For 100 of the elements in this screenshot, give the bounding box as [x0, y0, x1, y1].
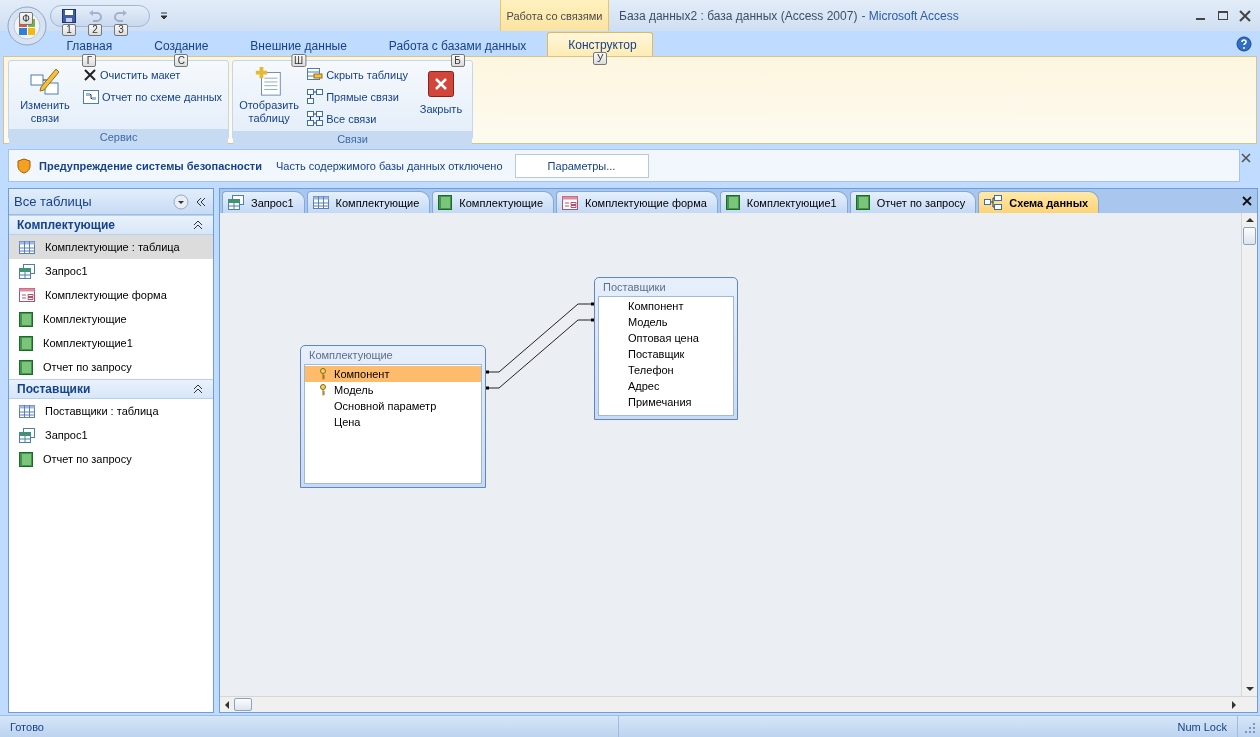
dropdown-button[interactable] [173, 193, 189, 210]
keytip: У [593, 52, 608, 65]
report-icon [438, 195, 453, 210]
horizontal-scrollbar[interactable] [220, 696, 1257, 712]
nav-item-label: Отчет по запросу [43, 361, 132, 373]
document-tab[interactable]: Комплектующие [432, 191, 555, 213]
relationships-icon [984, 195, 1003, 210]
close-icon [427, 71, 454, 97]
field-row[interactable]: Компонент [305, 366, 481, 382]
caret-icon [160, 11, 168, 20]
ribbon-small-button[interactable]: Все связи [305, 109, 410, 129]
nav-item[interactable]: Запрос1 [9, 259, 213, 283]
field-row[interactable]: Модель [305, 382, 481, 398]
nav-item[interactable]: Отчет по запросу [9, 355, 213, 379]
report-diagram-icon [83, 90, 99, 104]
help-button[interactable] [1236, 36, 1252, 52]
ribbon-small-button[interactable]: Скрыть таблицу [305, 65, 410, 85]
report-icon [19, 335, 33, 351]
report-icon [725, 195, 740, 210]
keytip: 3 [114, 23, 128, 36]
document-tab[interactable]: Комплектующие [306, 191, 431, 213]
ribbon-small-button[interactable]: Отчет по схеме данных [81, 87, 225, 107]
table-title: Поставщики [602, 280, 667, 295]
ribbon-tab[interactable]: Работа с базами данных [367, 34, 548, 56]
vertical-scrollbar[interactable] [1241, 213, 1257, 696]
table-icon [312, 196, 329, 209]
nav-item-label: Комплектующие форма [45, 289, 167, 301]
minimize-icon [1196, 17, 1205, 20]
left-arrow-icon [224, 700, 230, 709]
table-icon [19, 240, 35, 254]
nav-item[interactable]: Запрос1 [9, 423, 213, 447]
collapse-icon [193, 384, 203, 394]
form-icon [19, 288, 35, 302]
nav-item[interactable]: Комплектующие1 [9, 331, 213, 355]
down-arrow-icon [1245, 686, 1254, 692]
scroll-thumb[interactable] [234, 698, 252, 711]
keytip: С [174, 54, 189, 67]
relationship-line[interactable] [485, 318, 595, 390]
warning-message: Часть содержимого базы данных отключено [275, 159, 503, 172]
ribbon-tab[interactable]: Внешние данные [229, 34, 368, 56]
save-icon [62, 8, 76, 23]
field-row[interactable]: Цена [305, 414, 481, 430]
close-button[interactable] [1238, 8, 1252, 23]
scroll-thumb[interactable] [1243, 227, 1256, 245]
document-tab[interactable]: Комплектующие1 [719, 191, 848, 213]
document-tab[interactable]: Отчет по запросу [849, 191, 977, 213]
field-row[interactable]: Поставщик [599, 346, 733, 362]
contextual-tab-group-header: Работа со связями [500, 0, 609, 31]
field-row[interactable]: Телефон [599, 362, 733, 378]
key-icon [319, 368, 327, 380]
hide-table-icon [307, 68, 324, 82]
keytip: 2 [88, 23, 102, 36]
right-arrow-icon [1231, 700, 1237, 709]
application-title: - Microsoft Access [861, 8, 959, 23]
ribbon-tab[interactable]: Создание [133, 34, 230, 56]
field-row[interactable]: Оптовая цена [599, 330, 733, 346]
close-icon [1240, 152, 1252, 164]
nav-item-label: Запрос1 [45, 429, 88, 441]
document-tab[interactable]: Схема данных [978, 191, 1100, 213]
ribbon-small-button[interactable]: Очистить макет [81, 65, 225, 85]
field-row[interactable]: Примечания [599, 394, 733, 410]
nav-item[interactable]: Поставщики : таблица [9, 399, 213, 423]
help-icon [1236, 36, 1252, 52]
table-window[interactable]: Комплектующие Компонент Модель Основной параметр Цена [300, 345, 486, 488]
table-title: Комплектующие [308, 348, 394, 363]
collapse-icon [193, 220, 203, 230]
field-row[interactable]: Компонент [599, 298, 733, 314]
nav-item-label: Запрос1 [45, 265, 88, 277]
relationship-line[interactable] [485, 302, 595, 374]
nav-item-label: Комплектующие : таблица [45, 241, 180, 253]
keytip: 1 [62, 23, 76, 36]
nav-item-label: Отчет по запросу [43, 453, 132, 465]
keytip: Ш [291, 54, 307, 67]
undo-icon [88, 8, 102, 23]
nav-item-label: Комплектующие1 [43, 337, 133, 349]
nav-item[interactable]: Комплектующие форма [9, 283, 213, 307]
nav-group-title: Поставщики [17, 382, 92, 396]
field-row[interactable]: Адрес [599, 378, 733, 394]
report-icon [19, 359, 33, 375]
table-window[interactable]: Поставщики Компонент Модель Оптовая цена Поставщик Телефон Адрес Примечания [594, 277, 738, 420]
nav-group-header[interactable]: Комплектующие [9, 215, 213, 235]
form-icon [562, 195, 579, 210]
ribbon-small-button[interactable]: Прямые связи [305, 87, 410, 107]
warning-title: Предупреждение системы безопасности [39, 159, 262, 172]
nav-item[interactable]: Комплектующие [9, 307, 213, 331]
ribbon-large-button[interactable]: Изменить связи [13, 63, 77, 127]
document-tab[interactable]: Запрос1 [222, 191, 305, 213]
ribbon-tab[interactable]: Главная [45, 34, 134, 56]
nav-item[interactable]: Комплектующие : таблица [9, 235, 213, 259]
quick-access-button[interactable] [59, 8, 79, 23]
options-button[interactable]: Параметры... [514, 153, 649, 178]
redo-icon [114, 8, 128, 23]
field-row[interactable]: Модель [599, 314, 733, 330]
num-lock-indicator: Num Lock [1176, 720, 1228, 733]
nav-item[interactable]: Отчет по запросу [9, 447, 213, 471]
field-row[interactable]: Основной параметр [305, 398, 481, 414]
nav-group-header[interactable]: Поставщики [9, 379, 213, 399]
nav-group-title: Комплектующие [17, 218, 117, 232]
key-icon [319, 384, 327, 396]
document-tab[interactable]: Комплектующие форма [556, 191, 718, 213]
